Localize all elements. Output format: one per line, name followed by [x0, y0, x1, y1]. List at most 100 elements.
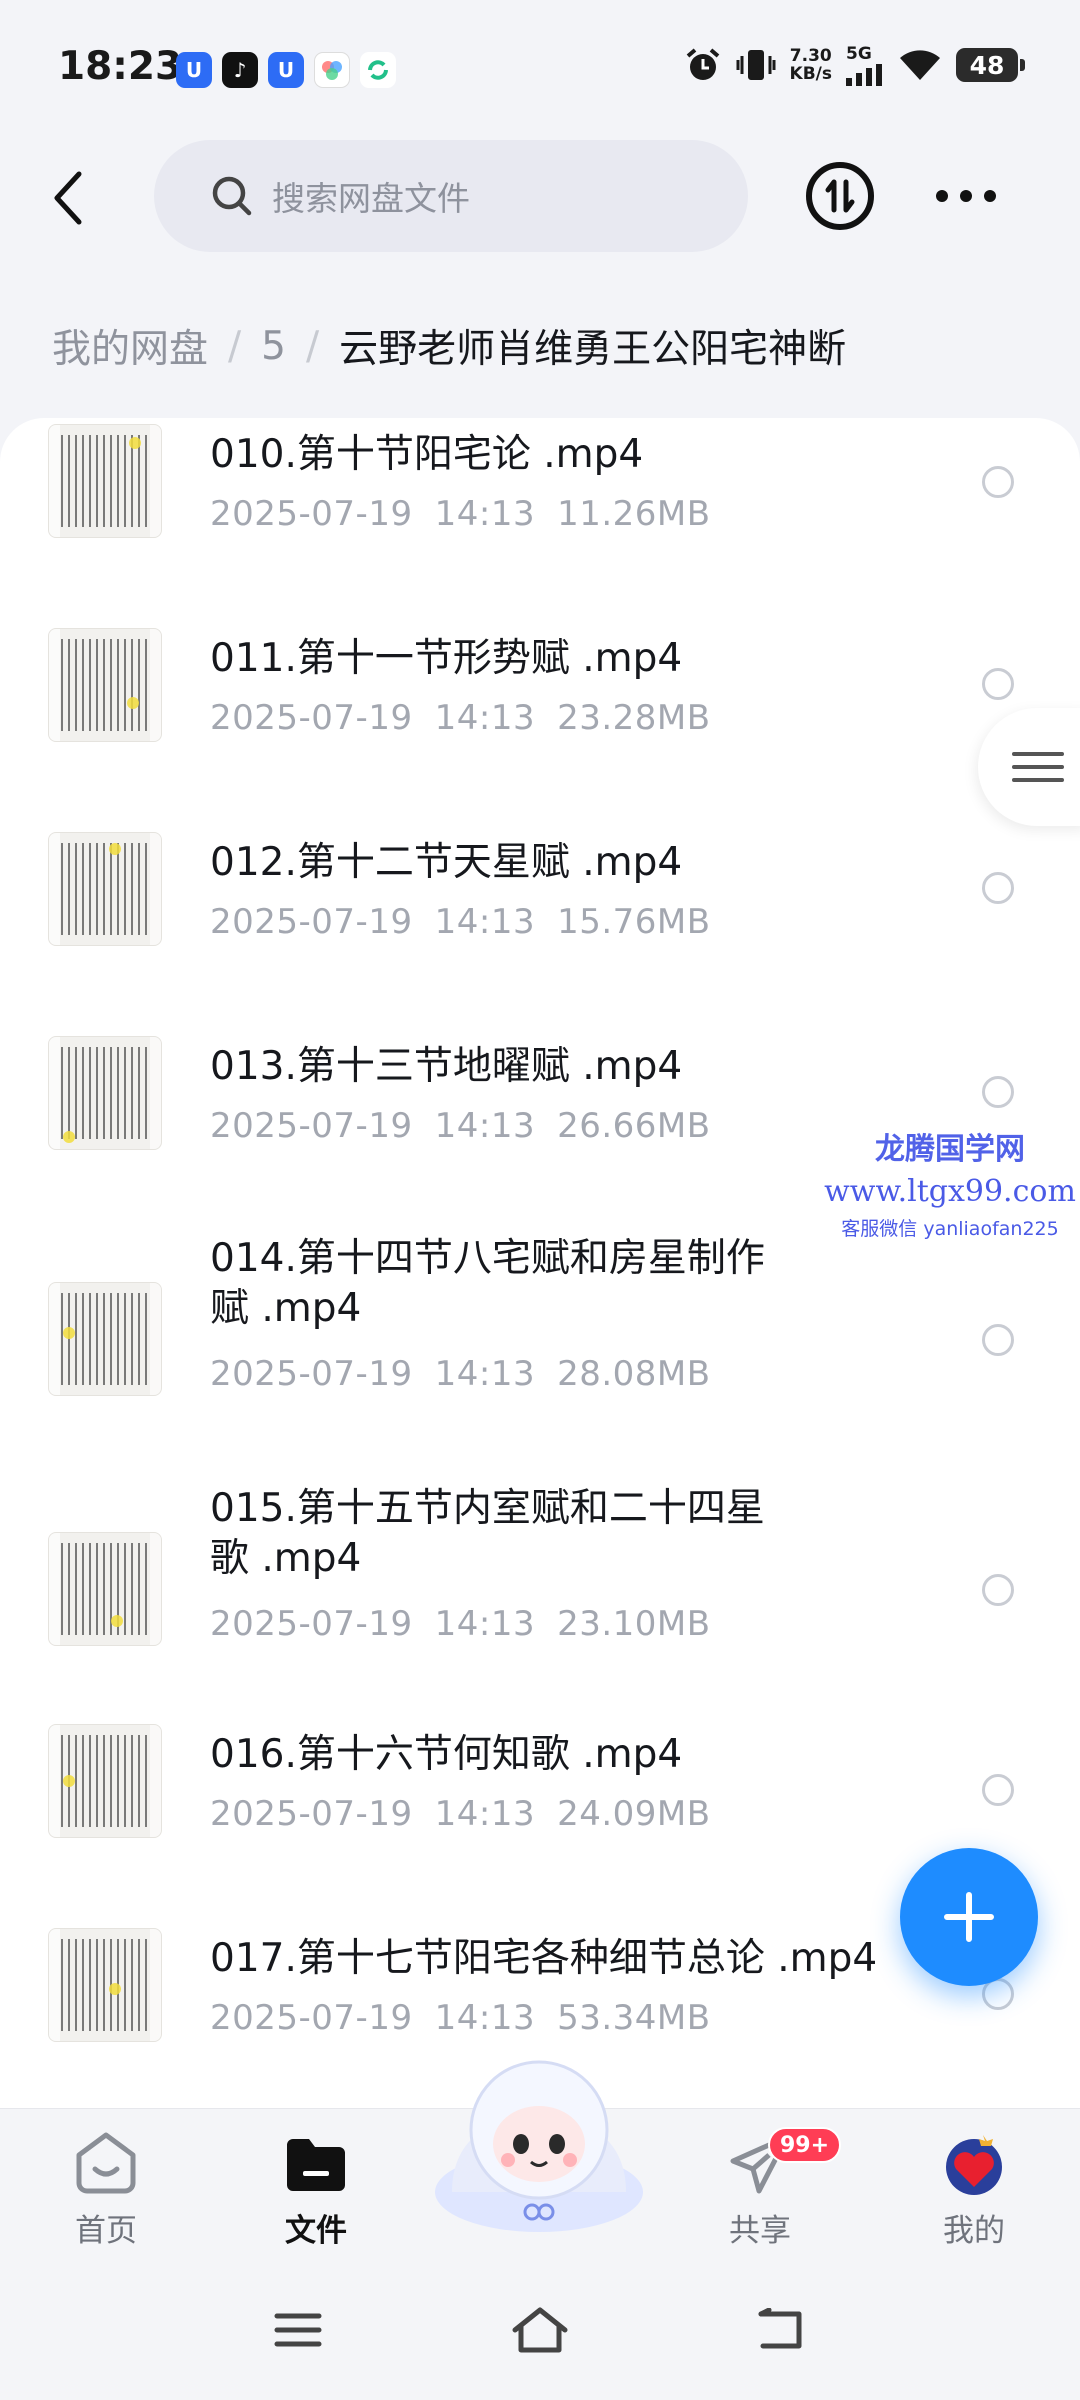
- avatar-heart-icon: [946, 2135, 1002, 2195]
- file-time: 14:13: [434, 902, 536, 942]
- breadcrumb-root[interactable]: 我的网盘: [52, 318, 208, 374]
- breadcrumb-separator: /: [228, 323, 242, 369]
- file-name: 014.第十四节八宅赋和房星制作 赋 .mp4: [210, 1234, 765, 1334]
- shield-app-icon: U: [176, 52, 212, 88]
- select-radio[interactable]: [982, 1076, 1014, 1108]
- vibrate-icon: [736, 50, 776, 80]
- menu-icon: [274, 2313, 322, 2347]
- video-thumbnail: [48, 1724, 162, 1838]
- file-date: 2025-07-19: [210, 1794, 413, 1834]
- breadcrumb-level1[interactable]: 5: [261, 324, 286, 369]
- file-size: 11.26MB: [557, 494, 711, 534]
- select-radio[interactable]: [982, 668, 1014, 700]
- file-row[interactable]: 012.第十二节天星赋 .mp4 2025-07-19 14:13 15.76MB: [0, 826, 1080, 966]
- select-radio[interactable]: [982, 1774, 1014, 1806]
- video-thumbnail: [48, 1928, 162, 2042]
- file-time: 14:13: [434, 1106, 536, 1146]
- assistant-mascot-button[interactable]: [428, 2052, 650, 2242]
- breadcrumb-separator: /: [305, 323, 320, 369]
- folder-icon: [287, 2139, 345, 2191]
- file-meta: 2025-07-19 14:13 24.09MB: [210, 1794, 711, 1834]
- file-row[interactable]: 014.第十四节八宅赋和房星制作 赋 .mp4 2025-07-19 14:13 2…: [0, 1234, 1080, 1424]
- video-thumbnail: [48, 832, 162, 946]
- recents-button[interactable]: [262, 2294, 334, 2366]
- video-thumbnail: [48, 628, 162, 742]
- file-name: 012.第十二节天星赋 .mp4: [210, 840, 683, 885]
- tab-mine[interactable]: 我的: [904, 2131, 1044, 2250]
- select-radio[interactable]: [982, 872, 1014, 904]
- watermark-title: 龙腾国学网: [875, 1132, 1025, 1167]
- file-row[interactable]: 015.第十五节内室赋和二十四星 歌 .mp4 2025-07-19 14:13 2…: [0, 1484, 1080, 1674]
- tab-files[interactable]: 文件: [246, 2131, 386, 2250]
- file-size: 24.09MB: [557, 1794, 711, 1834]
- back-system-button[interactable]: [744, 2294, 816, 2366]
- file-meta: 2025-07-19 14:13 15.76MB: [210, 902, 711, 942]
- shield-app-icon-2: U: [268, 52, 304, 88]
- alarm-icon: [686, 48, 719, 80]
- file-date: 2025-07-19: [210, 1354, 413, 1394]
- file-row[interactable]: 010.第十节阳宅论 .mp4 2025-07-19 14:13 11.26MB: [0, 418, 1080, 558]
- search-placeholder: 搜索网盘文件: [272, 179, 470, 218]
- home-button[interactable]: [504, 2294, 576, 2366]
- watermark: 龙腾国学网 www.ltgx99.com 客服微信 yanliaofan225: [820, 1130, 1080, 1244]
- file-meta: 2025-07-19 14:13 11.26MB: [210, 494, 711, 534]
- tab-share[interactable]: 99+ 共享: [690, 2127, 842, 2250]
- video-thumbnail: [48, 1532, 162, 1646]
- file-date: 2025-07-19: [210, 902, 413, 942]
- select-radio[interactable]: [982, 466, 1014, 498]
- file-time: 14:13: [434, 1794, 536, 1834]
- file-date: 2025-07-19: [210, 698, 413, 738]
- back-button[interactable]: [40, 158, 96, 238]
- tab-home-label: 首页: [75, 2213, 137, 2249]
- tiktok-icon: ♪: [222, 52, 258, 88]
- mascot-icon: [435, 2060, 643, 2232]
- file-meta: 2025-07-19 14:13 26.66MB: [210, 1106, 711, 1146]
- speed-unit: KB/s: [789, 64, 832, 84]
- file-row[interactable]: 016.第十六节何知歌 .mp4 2025-07-19 14:13 24.09MB: [0, 1718, 1080, 1858]
- file-meta: 2025-07-19 14:13 23.10MB: [210, 1604, 711, 1644]
- tab-home[interactable]: 首页: [36, 2131, 176, 2250]
- status-time: 18:23: [58, 44, 183, 89]
- return-icon: [758, 2308, 802, 2349]
- file-meta: 2025-07-19 14:13 28.08MB: [210, 1354, 711, 1394]
- file-date: 2025-07-19: [210, 1604, 413, 1644]
- add-button[interactable]: [900, 1848, 1038, 1986]
- select-radio[interactable]: [982, 1324, 1014, 1356]
- file-name-line: 赋 .mp4: [210, 1286, 362, 1331]
- breadcrumb: 我的网盘 / 5 / 云野老师肖维勇王公阳宅神断: [52, 318, 846, 374]
- transfer-button[interactable]: [806, 162, 874, 230]
- file-size: 23.28MB: [557, 698, 711, 738]
- more-dot: [960, 190, 972, 202]
- video-thumbnail: [48, 1282, 162, 1396]
- file-time: 14:13: [434, 1998, 536, 2038]
- more-dot: [984, 190, 996, 202]
- tab-files-label: 文件: [285, 2213, 347, 2249]
- more-options-button[interactable]: [936, 170, 996, 222]
- video-thumbnail: [48, 1036, 162, 1150]
- battery-indicator: 48: [956, 48, 1025, 82]
- file-row[interactable]: 011.第十一节形势赋 .mp4 2025-07-19 14:13 23.28MB: [0, 622, 1080, 762]
- system-nav-bar: [0, 2268, 1080, 2400]
- transfer-icon: [825, 179, 855, 213]
- chevron-left-icon: [54, 171, 82, 225]
- file-name: 010.第十节阳宅论 .mp4: [210, 432, 644, 477]
- file-name-line: 015.第十五节内室赋和二十四星: [210, 1486, 765, 1531]
- file-name-line: 歌 .mp4: [210, 1536, 362, 1581]
- search-input[interactable]: 搜索网盘文件: [154, 140, 748, 252]
- file-size: 53.34MB: [557, 1998, 711, 2038]
- file-size: 23.10MB: [557, 1604, 711, 1644]
- file-size: 15.76MB: [557, 902, 711, 942]
- network-speed: 7.30 KB/s: [790, 47, 832, 83]
- signal-icon: [846, 64, 882, 86]
- network-type: 5G: [846, 44, 872, 64]
- sync-app-icon: [360, 52, 396, 88]
- status-right: 7.30 KB/s 5G 48: [684, 44, 1025, 86]
- select-radio[interactable]: [982, 1574, 1014, 1606]
- file-time: 14:13: [434, 1354, 536, 1394]
- watermark-contact: 客服微信 yanliaofan225: [841, 1218, 1059, 1240]
- file-meta: 2025-07-19 14:13 23.28MB: [210, 698, 711, 738]
- file-name: 016.第十六节何知歌 .mp4: [210, 1732, 683, 1777]
- share-badge: 99+: [768, 2127, 842, 2163]
- page: 18:23 U ♪ U 7.30 KB/s 5G 48 搜索网盘文件 我的网盘 …: [0, 0, 1080, 2400]
- file-date: 2025-07-19: [210, 1998, 413, 2038]
